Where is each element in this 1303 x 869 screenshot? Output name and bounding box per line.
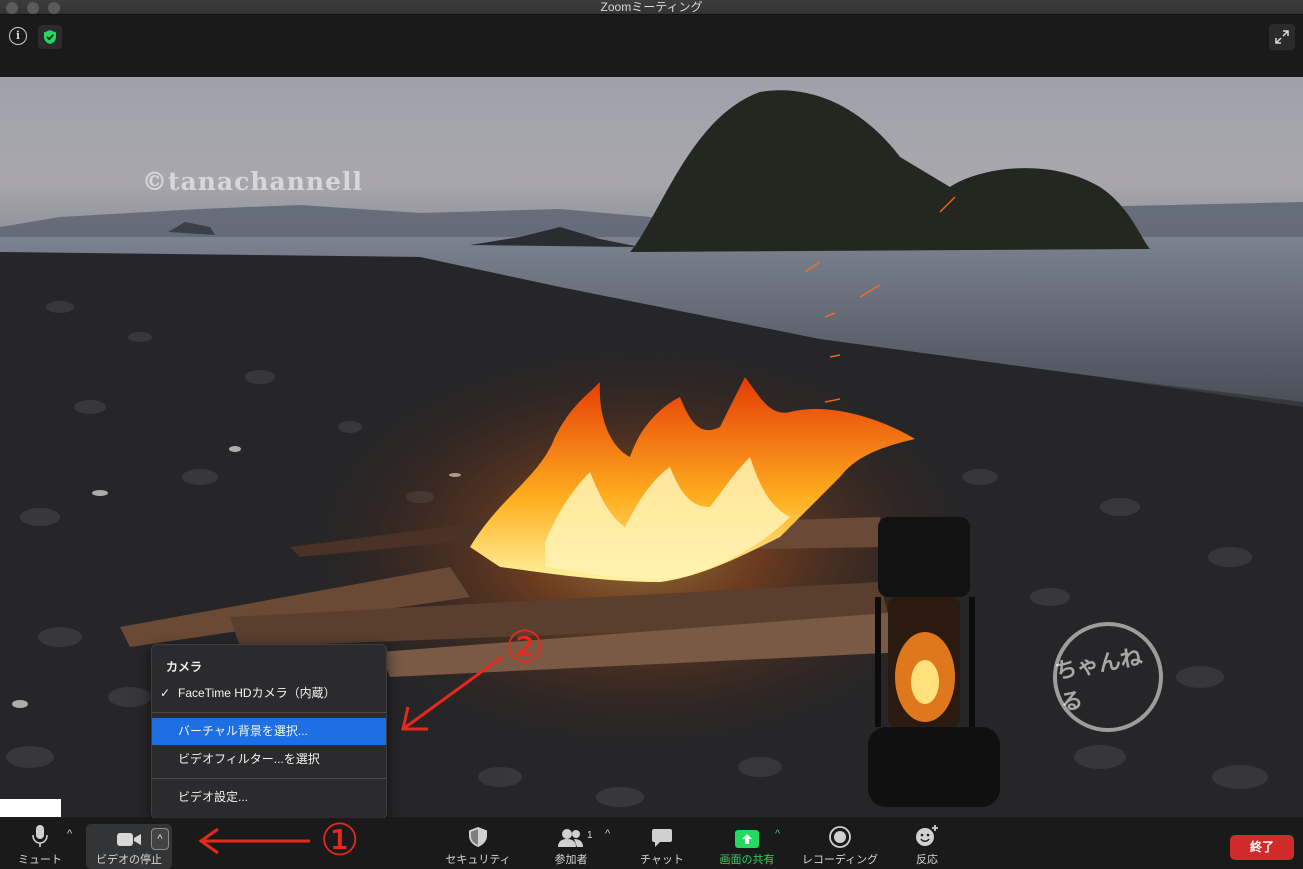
end-meeting-button[interactable]: 終了 [1230,835,1294,860]
participants-button[interactable]: 参加者 [548,818,594,869]
share-options-caret-icon[interactable]: ^ [775,828,780,840]
share-screen-label: 画面の共有 [719,854,775,866]
annotation-step-2: ② [505,622,545,673]
chat-button[interactable]: チャット [632,818,692,869]
title-bar: Zoomミーティング [0,0,1303,15]
recording-label: レコーディング [801,854,879,866]
security-shield-icon [468,818,488,848]
emoji-reaction-icon [915,818,939,848]
security-button[interactable]: セキュリティ [440,818,516,869]
menu-item-facetime-camera[interactable]: ✓ FaceTime HDカメラ（内蔵） [152,680,386,707]
participants-icon [558,818,584,848]
share-screen-icon [735,818,759,848]
menu-divider [152,778,386,779]
encryption-shield-icon[interactable] [38,25,62,49]
mute-button[interactable]: ミュート [14,818,66,869]
menu-item-label: ビデオ設定... [178,790,249,804]
participants-count: 1 [587,830,593,841]
menu-item-label: FaceTime HDカメラ（内蔵） [178,686,336,700]
recording-button[interactable]: レコーディング [795,818,885,869]
menu-item-video-settings[interactable]: ビデオ設定... [152,784,386,811]
audio-options-caret-icon[interactable]: ^ [67,828,72,840]
annotation-step-1: ① [320,815,360,866]
annotation-arrow-1 [198,827,310,855]
mute-label: ミュート [18,854,62,866]
share-screen-button[interactable]: 画面の共有 [714,818,780,869]
record-icon [829,818,851,848]
reactions-button[interactable]: 反応 [906,818,948,869]
participants-label: 参加者 [554,854,588,866]
zoom-window: Zoomミーティング i ©tanachannell ちゃんねる ② カメラ ✓… [0,0,1303,869]
minimize-window-button[interactable] [27,2,39,14]
meeting-top-bar: i [0,15,1303,77]
window-controls [6,2,60,14]
participants-options-caret-icon[interactable]: ^ [605,828,610,840]
checkmark-icon: ✓ [160,686,171,700]
menu-item-virtual-background[interactable]: バーチャル背景を選択... [152,718,386,745]
close-window-button[interactable] [6,2,18,14]
stop-video-label: ビデオの停止 [96,854,162,866]
microphone-icon [32,818,48,848]
menu-item-label: ビデオフィルター...を選択 [178,752,320,766]
video-options-caret-icon[interactable]: ^ [151,828,169,850]
name-tag [0,799,61,817]
watermark-text: ©tanachannell [142,167,363,196]
security-label: セキュリティ [445,854,511,866]
menu-item-label: バーチャル背景を選択... [178,724,308,738]
window-title: Zoomミーティング [600,0,703,14]
meeting-toolbar: ミュート ^ ビデオの停止 ^ ① セキュリティ 参加者 1 ^ チャット 画面… [0,818,1303,869]
menu-divider [152,712,386,713]
fullscreen-icon[interactable] [1269,24,1295,50]
video-camera-icon [116,818,142,848]
video-options-menu: カメラ ✓ FaceTime HDカメラ（内蔵） バーチャル背景を選択... ビ… [151,644,387,819]
menu-item-video-filter[interactable]: ビデオフィルター...を選択 [152,746,386,773]
zoom-window-button[interactable] [48,2,60,14]
chat-label: チャット [640,854,684,866]
channel-logo-text: ちゃんねる [1053,643,1145,716]
menu-section-camera: カメラ [166,660,203,674]
reactions-label: 反応 [916,854,938,866]
meeting-info-icon[interactable]: i [9,27,27,45]
chat-bubble-icon [651,818,673,848]
